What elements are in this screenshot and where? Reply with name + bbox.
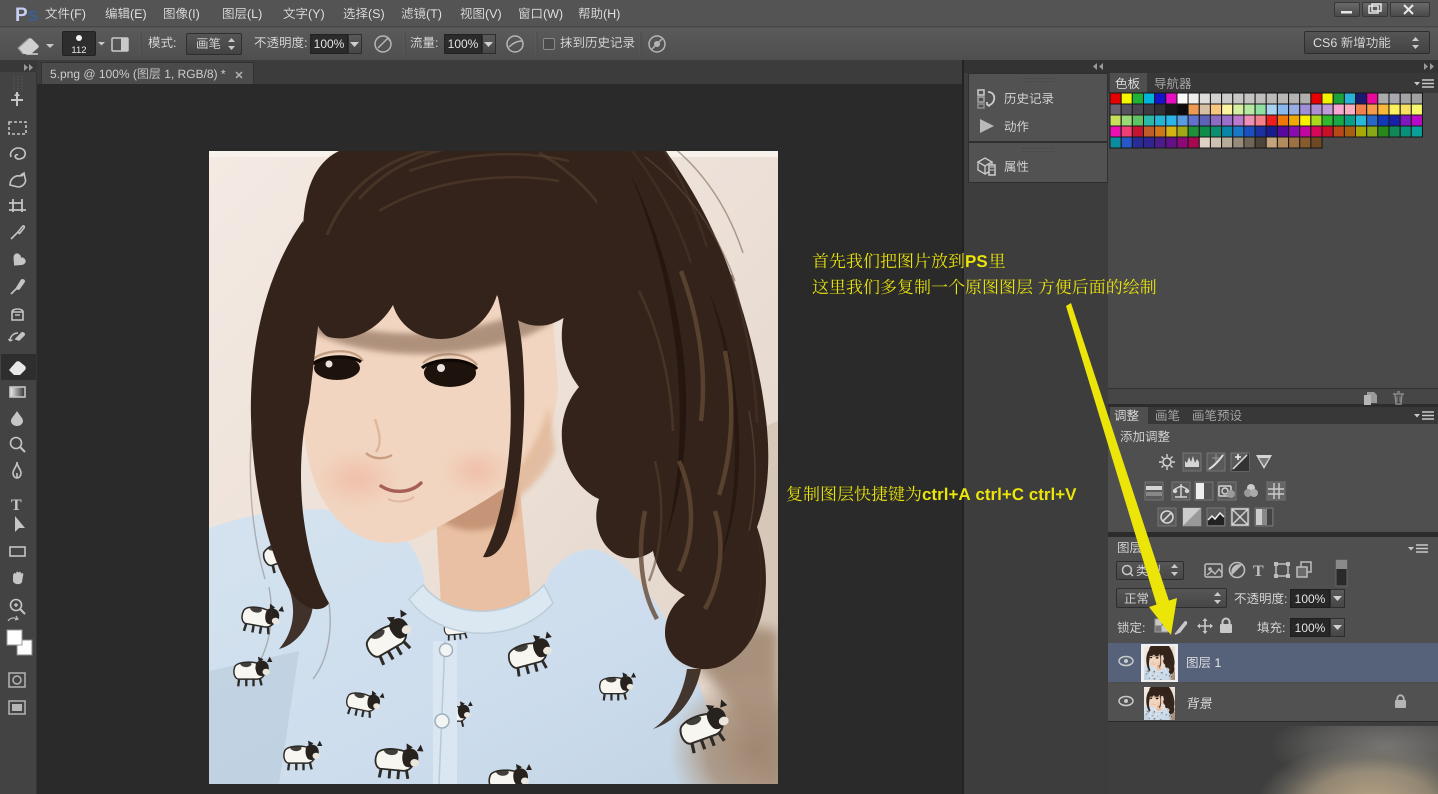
svg-text:T: T: [11, 497, 22, 514]
svg-text:Ps: Ps: [15, 5, 38, 26]
svg-text:100%: 100%: [1295, 621, 1326, 635]
svg-text:100%: 100%: [1295, 592, 1326, 606]
svg-text:100%: 100%: [448, 37, 479, 51]
svg-text:T: T: [1253, 563, 1264, 580]
svg-text:112: 112: [71, 45, 86, 56]
svg-text:100%: 100%: [314, 37, 345, 51]
